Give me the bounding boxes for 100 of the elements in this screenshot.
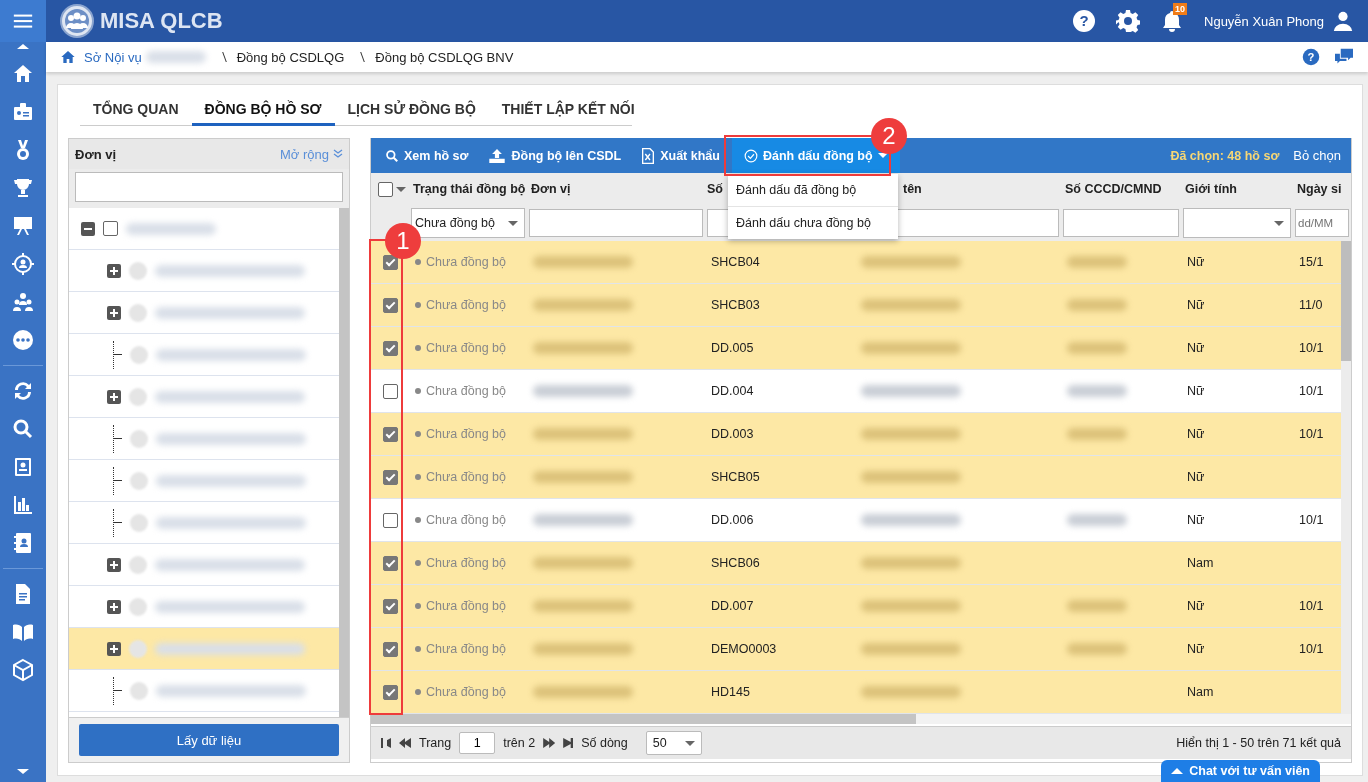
expand-icon[interactable] — [107, 263, 121, 278]
checkbox[interactable] — [382, 598, 398, 614]
checkbox[interactable] — [382, 383, 398, 399]
collapse-icon[interactable] — [81, 221, 95, 236]
table-row[interactable]: Chưa đồng bộ SHCB03 Nữ 11/0 — [371, 284, 1341, 327]
next-page-icon[interactable] — [543, 738, 556, 748]
presentation-board-icon[interactable] — [11, 214, 35, 238]
column-header[interactable]: Giới tính — [1185, 182, 1237, 196]
get-data-button[interactable]: Lấy dữ liệu — [79, 724, 339, 756]
user-icon[interactable] — [1332, 10, 1354, 32]
checkbox[interactable] — [382, 555, 398, 571]
expand-icon[interactable] — [107, 305, 121, 320]
checkbox[interactable] — [382, 684, 398, 700]
search-icon[interactable] — [11, 417, 35, 441]
menu-item[interactable]: Đánh dấu đã đồng bộ — [728, 174, 898, 207]
double-chevron-icon[interactable] — [333, 149, 343, 159]
toolbar-button[interactable]: Đồng bộ lên CSDL — [480, 138, 630, 173]
scroll-down-icon[interactable] — [17, 769, 29, 774]
checkbox[interactable] — [382, 469, 398, 485]
cube-icon[interactable] — [11, 658, 35, 682]
help-icon[interactable]: ? — [1072, 9, 1096, 33]
scrollbar[interactable] — [371, 714, 916, 724]
target-person-icon[interactable] — [11, 252, 35, 276]
trophy-icon[interactable] — [11, 176, 35, 200]
tab[interactable]: ĐỒNG BỘ HỒ SƠ — [191, 93, 335, 126]
status-dot-icon — [415, 474, 421, 480]
result-summary: Hiển thị 1 - 50 trên 71 kết quả — [1176, 736, 1341, 750]
more-icon[interactable] — [11, 328, 35, 352]
scrollbar[interactable] — [1341, 241, 1351, 714]
previous-page-icon[interactable] — [399, 738, 411, 748]
chat-button[interactable]: Chat với tư vấn viên — [1161, 760, 1320, 782]
scrollbar[interactable] — [339, 208, 349, 717]
table-row[interactable]: Chưa đồng bộ DEMO0003 Nữ 10/1 — [371, 628, 1341, 671]
table-row[interactable]: Chưa đồng bộ DD.007 Nữ 10/1 — [371, 585, 1341, 628]
column-header[interactable]: Ngày si — [1297, 182, 1342, 196]
home-icon[interactable] — [60, 49, 76, 65]
breadcrumb-item[interactable]: Đồng bộ CSDLQG — [236, 49, 345, 65]
table-cell: DD.004 — [711, 384, 754, 398]
checkbox[interactable] — [382, 426, 398, 442]
checkbox[interactable] — [382, 254, 398, 270]
filter-field[interactable] — [1063, 209, 1179, 237]
column-header[interactable]: Đơn vị — [531, 182, 571, 196]
rows-per-page-dropdown[interactable]: 50 — [645, 731, 702, 755]
help-icon[interactable]: ? — [1302, 48, 1320, 66]
expand-icon[interactable] — [107, 599, 121, 614]
table-cell: DEMO0003 — [711, 642, 777, 656]
table-row[interactable]: Chưa đồng bộ SHCB05 Nữ — [371, 456, 1341, 499]
table-row[interactable]: Chưa đồng bộ DD.003 Nữ 10/1 — [371, 413, 1341, 456]
column-header[interactable]: Số CCCD/CMND — [1065, 182, 1162, 196]
column-header[interactable]: Trạng thái đồng bộ — [413, 182, 526, 196]
blurred-text — [1067, 428, 1127, 440]
table-cell: DD.006 — [711, 513, 754, 527]
excel-file-icon — [641, 147, 656, 164]
breadcrumb-item[interactable]: Sở Nội vụ — [84, 49, 142, 65]
table-row[interactable]: Chưa đồng bộ SHCB06 Nam — [371, 542, 1341, 585]
table-cell: SHCB04 — [711, 255, 760, 269]
checkbox[interactable] — [103, 221, 118, 236]
filter-field[interactable]: dd/MM — [1295, 209, 1349, 237]
checkbox[interactable] — [378, 181, 393, 197]
chat-bubbles-icon[interactable] — [1334, 48, 1354, 66]
table-row[interactable]: Chưa đồng bộ DD.005 Nữ 10/1 — [371, 327, 1341, 370]
people-group-icon[interactable] — [11, 290, 35, 314]
table-cell: Nữ — [1187, 470, 1205, 484]
tab[interactable]: THIẾT LẬP KẾT NỐI — [488, 93, 648, 126]
panel-title: Đơn vị — [75, 146, 117, 162]
user-name[interactable]: Nguyễn Xuân Phong — [1204, 13, 1324, 29]
expand-icon[interactable] — [107, 641, 121, 656]
checkbox[interactable] — [382, 512, 398, 528]
expand-icon[interactable] — [107, 557, 121, 572]
table-row[interactable]: Chưa đồng bộ HD145 Nam — [371, 671, 1341, 714]
checkbox[interactable] — [382, 641, 398, 657]
first-page-icon[interactable] — [381, 738, 391, 748]
tab[interactable]: LỊCH SỬ ĐỒNG BỘ — [334, 93, 489, 126]
menu-button[interactable] — [0, 0, 46, 42]
toolbar-button[interactable]: Xuất khẩu — [633, 138, 728, 173]
status-dot-icon — [415, 259, 421, 265]
page-field[interactable]: 1 — [459, 732, 496, 754]
clear-selection-button[interactable]: Bỏ chọn — [1283, 148, 1345, 163]
status-dot-icon — [415, 431, 421, 437]
expand-icon[interactable] — [107, 389, 121, 404]
scroll-up-icon[interactable] — [17, 44, 29, 49]
avatar-circle — [130, 345, 148, 364]
menu-item[interactable]: Đánh dấu chưa đồng bộ — [728, 207, 898, 239]
blurred-text — [1067, 256, 1127, 268]
selected-count: Đã chọn: 48 hồ sơ — [1170, 148, 1280, 163]
avatar-circle — [130, 681, 148, 700]
toolbar-button[interactable]: Xem hồ sơ — [377, 138, 477, 173]
checkbox[interactable] — [382, 340, 398, 356]
last-page-icon[interactable] — [563, 738, 574, 748]
breadcrumb-item[interactable]: Đồng bộ CSDLQG BNV — [375, 49, 514, 65]
settings-icon[interactable] — [1116, 9, 1140, 33]
filter-field[interactable] — [529, 209, 703, 237]
search-field[interactable] — [75, 172, 343, 202]
column-header[interactable]: Số — [707, 182, 723, 196]
checkbox[interactable] — [382, 297, 398, 313]
table-cell: Chưa đồng bộ — [426, 427, 506, 441]
tab[interactable]: TỔNG QUAN — [80, 93, 192, 126]
bar-chart-icon[interactable] — [11, 493, 35, 517]
caret-icon[interactable] — [396, 186, 406, 192]
column-header[interactable]: tên — [903, 182, 922, 196]
